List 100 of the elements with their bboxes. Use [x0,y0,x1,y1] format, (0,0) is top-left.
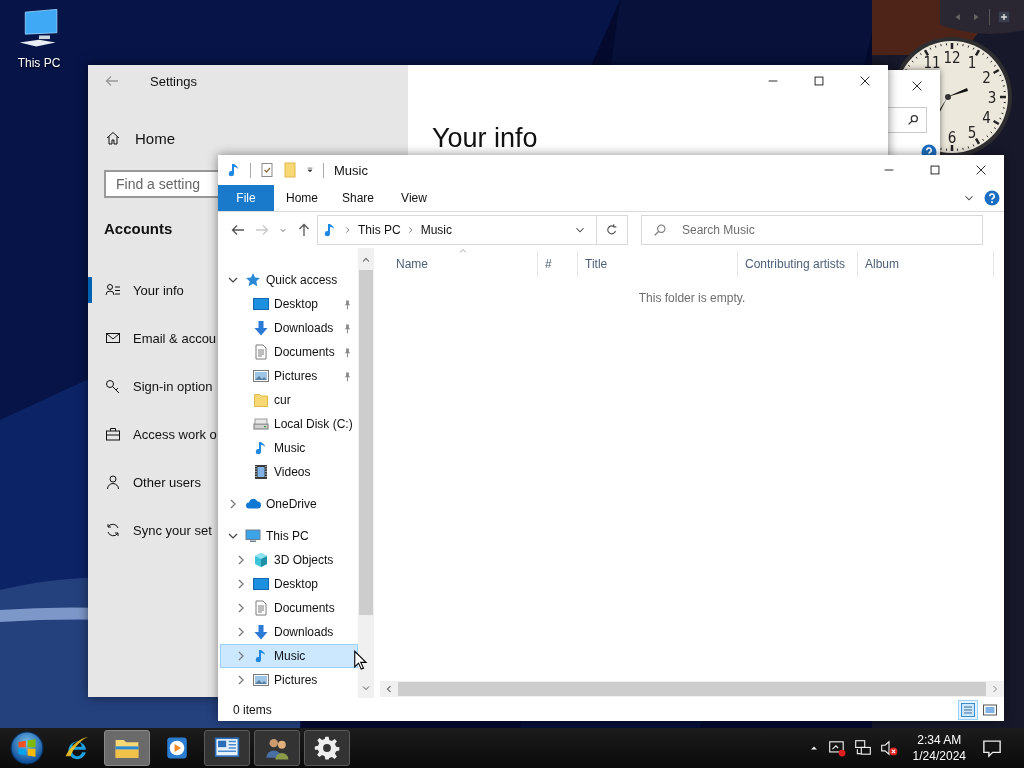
tree-item[interactable]: Local Disk (C:) [220,412,358,436]
file-tab[interactable]: File [218,185,274,211]
forward-arrow-icon [254,222,270,238]
ribbon-tab[interactable]: Share [330,185,386,211]
dropdown-icon[interactable] [305,165,315,175]
settings-icon [314,735,340,761]
nav-item[interactable]: Email & accou [88,325,218,351]
scroll-thumb[interactable] [398,682,986,696]
taskbar-button[interactable] [254,730,300,766]
tree-item[interactable]: Quick access [220,268,358,292]
tree-item[interactable]: Downloads [220,620,358,644]
tree-item[interactable]: Music [220,436,358,460]
document-icon [253,344,269,360]
large-icons-view-icon [982,701,998,718]
tree-item[interactable]: Documents [220,340,358,364]
key-icon [105,378,121,394]
mail-icon [105,330,121,346]
play-icon [164,735,190,761]
tree-item[interactable]: 3D Objects [220,548,358,572]
tree-item[interactable]: Documents [220,596,358,620]
clock-numeral: 1 [967,54,977,73]
taskbar-button[interactable] [304,730,350,766]
clock-numeral: 5 [967,123,977,142]
ribbon-tab[interactable]: View [386,185,442,211]
computer-icon [245,528,261,544]
next-icon[interactable] [971,12,981,22]
clock-numeral: 3 [987,89,997,107]
column-header[interactable]: Title [578,251,738,277]
clock-numeral: 4 [982,109,991,127]
maximize-icon [928,163,942,177]
previous-icon[interactable] [953,12,963,22]
tree-item[interactable]: Desktop [220,572,358,596]
image-icon [253,368,269,384]
nav-item[interactable]: Sync your set [88,517,218,543]
close-icon [974,163,988,177]
tree-item[interactable]: Pictures [220,668,358,692]
checklist-icon[interactable] [259,162,275,178]
ribbon-tab[interactable]: Home [274,185,330,211]
tree-item[interactable]: Desktop [220,292,358,316]
tree-item[interactable]: cur [220,388,358,412]
nav-item[interactable]: Access work o [88,421,218,447]
search-icon [653,223,667,237]
column-header[interactable]: # [538,251,578,277]
tree-item[interactable]: Pictures [220,364,358,388]
details-view-icon [960,701,976,718]
close-icon [910,79,924,93]
empty-message: This folder is empty. [637,291,747,305]
clock-numeral: 12 [943,49,961,67]
window-title: Settings [150,73,197,89]
nav-item[interactable]: Other users [88,469,218,495]
tree-item[interactable]: This PC [220,524,358,548]
cube-icon [253,552,269,568]
clock-numeral: 2 [982,69,991,87]
briefcase-icon [105,426,121,442]
address-bar[interactable]: This PC Music [317,215,628,245]
scrollbar[interactable] [380,681,1004,697]
scroll-thumb[interactable] [359,270,373,615]
clock[interactable]: 2:34 AM 1/24/2024 [912,732,966,764]
tree-item[interactable]: Downloads [220,316,358,340]
back-arrow-icon [104,73,120,89]
search-field[interactable]: Find a setting [104,170,218,198]
network-icon[interactable] [853,739,872,757]
close-icon [858,74,872,88]
tree-item[interactable]: Music [220,644,358,668]
breadcrumb-link[interactable]: Music [420,223,453,237]
help-icon[interactable] [984,190,1000,206]
column-header[interactable]: Album [858,251,994,277]
tree-item[interactable]: OneDrive [220,492,358,516]
column-header[interactable]: Contributing artists [738,251,858,277]
view-button[interactable] [958,699,978,720]
breadcrumb-link[interactable]: This PC [358,223,401,237]
start-orb-icon [10,731,44,765]
window-title: Music [334,162,368,178]
add-icon[interactable] [998,11,1010,23]
tree-item[interactable]: Videos [220,460,358,484]
down-arrow-icon [253,320,269,336]
screen-icon [253,576,269,592]
section-heading: Accounts [104,220,173,237]
person-list-icon [105,282,121,298]
browser-icon [64,735,90,761]
scrollbar[interactable] [358,248,374,698]
down-arrow-icon [253,624,269,640]
drive-icon [253,416,269,432]
film-icon [253,464,269,480]
search-icon [906,113,920,127]
notification-icon[interactable] [982,738,1002,758]
taskbar-button[interactable] [204,730,250,766]
nav-item[interactable]: Sign-in option [88,373,218,399]
document-icon [253,600,269,616]
item-count: 0 items [233,702,272,717]
page-heading: Your info [431,123,539,154]
desktop-icon[interactable]: This PC [10,8,68,70]
column-header[interactable]: Name [380,251,538,277]
help-icon[interactable] [921,144,937,155]
clock-numeral: 6 [947,129,957,147]
refresh-icon [605,223,619,237]
home-icon [105,130,121,146]
volume-muted-icon[interactable] [879,739,898,757]
flag-monitor-icon[interactable] [827,739,846,757]
home-link[interactable]: Home [104,125,392,151]
